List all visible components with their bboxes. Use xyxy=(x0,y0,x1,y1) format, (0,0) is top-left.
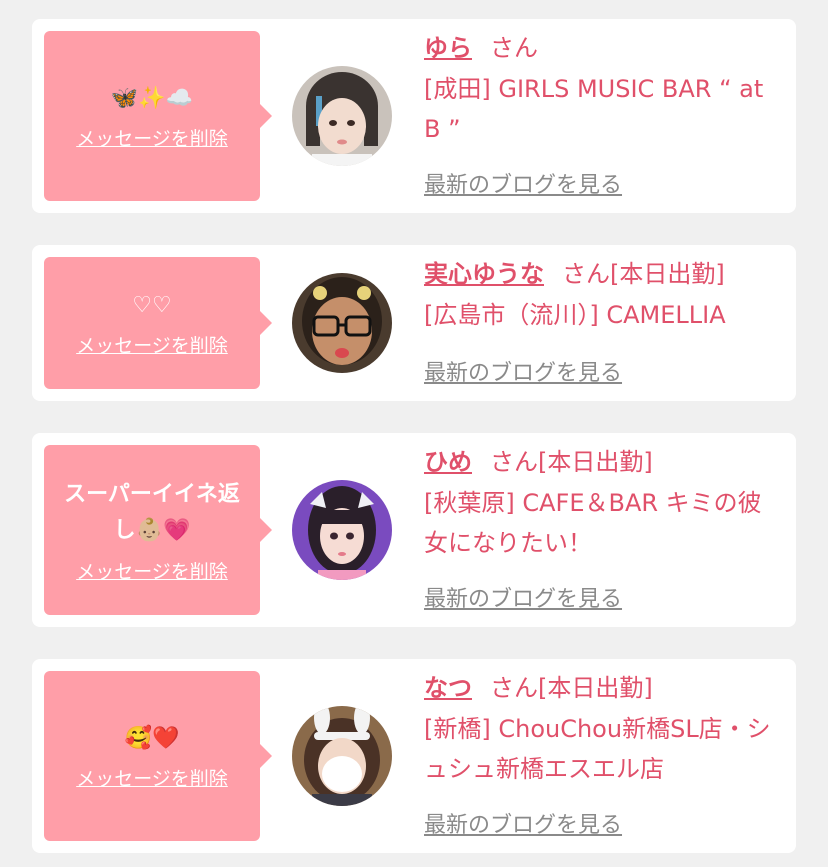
message-card: 🥰❤️ メッセージを削除 なつ さん[本日出勤] [新橋] ChouChou新橋S… xyxy=(32,659,796,853)
user-name-link[interactable]: なつ xyxy=(424,674,472,702)
avatar[interactable] xyxy=(292,480,392,580)
avatar[interactable] xyxy=(292,706,392,806)
avatar[interactable] xyxy=(292,66,392,166)
message-list: 🦋✨☁️ メッセージを削除 ゆら さん [成田] GIRLS MUSIC BAR … xyxy=(0,0,828,867)
user-name-link[interactable]: ゆら xyxy=(424,34,472,62)
user-info: ひめ さん[本日出勤] [秋葉原] CAFE＆BAR キミの彼女になりたい！ xyxy=(424,445,780,563)
message-card: 🦋✨☁️ メッセージを削除 ゆら さん [成田] GIRLS MUSIC BAR … xyxy=(32,19,796,213)
user-name-link[interactable]: ひめ xyxy=(424,448,472,476)
shop-name[interactable]: [秋葉原] CAFE＆BAR キミの彼女になりたい！ xyxy=(424,483,780,563)
name-suffix: さん[本日出勤] xyxy=(490,674,653,702)
user-info: ゆら さん [成田] GIRLS MUSIC BAR “ at B ” xyxy=(424,31,780,149)
message-text: 🦋✨☁️ xyxy=(110,85,194,111)
message-card: スーパーイイネ返し👶🏼💗 メッセージを削除 ひめさん[本日出勤] [秋葉原] xyxy=(32,433,796,627)
latest-blog-link[interactable]: 最新のブログを見る xyxy=(424,167,622,199)
delete-message-link[interactable]: メッセージを削除 xyxy=(76,764,228,791)
avatar[interactable] xyxy=(292,273,392,373)
name-suffix: さん[本日出勤] xyxy=(562,260,725,288)
message-bubble: ♡♡ メッセージを削除 xyxy=(44,257,272,389)
shop-name[interactable]: [広島市（流川）] CAMELLIA xyxy=(424,295,780,335)
shop-name[interactable]: [新橋] ChouChou新橋SL店・シュシュ新橋エスエル店 xyxy=(424,709,780,789)
latest-blog-link[interactable]: 最新のブログを見る xyxy=(424,581,622,613)
user-name-link[interactable]: 実心ゆうな xyxy=(424,260,544,288)
user-info: なつ さん[本日出勤] [新橋] ChouChou新橋SL店・シュシュ新橋エスエル… xyxy=(424,671,780,789)
message-text: 🥰❤️ xyxy=(124,725,180,751)
message-card: ♡♡ メッセージを削除 実心ゆうな さん[本日出勤] [広島市（流川）] CAME… xyxy=(32,245,796,401)
delete-message-link[interactable]: メッセージを削除 xyxy=(76,557,228,584)
message-bubble: 🥰❤️ メッセージを削除 xyxy=(44,671,272,841)
shop-name[interactable]: [成田] GIRLS MUSIC BAR “ at B ” xyxy=(424,69,780,149)
user-info: 実心ゆうな さん[本日出勤] [広島市（流川）] CAMELLIA xyxy=(424,257,780,335)
message-bubble: 🦋✨☁️ メッセージを削除 xyxy=(44,31,272,201)
latest-blog-link[interactable]: 最新のブログを見る xyxy=(424,355,622,387)
delete-message-link[interactable]: メッセージを削除 xyxy=(76,331,228,358)
message-text: ♡♡ xyxy=(132,292,172,318)
name-suffix: さん xyxy=(490,34,538,62)
message-text: スーパーイイネ返し👶🏼💗 xyxy=(64,481,240,543)
delete-message-link[interactable]: メッセージを削除 xyxy=(76,124,228,151)
latest-blog-link[interactable]: 最新のブログを見る xyxy=(424,807,622,839)
message-bubble: スーパーイイネ返し👶🏼💗 メッセージを削除 xyxy=(44,445,272,615)
name-suffix: さん[本日出勤] xyxy=(490,448,653,476)
